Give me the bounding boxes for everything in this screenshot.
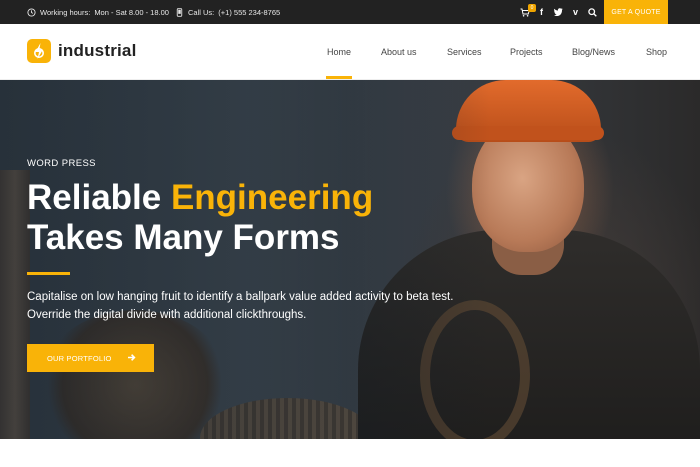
twitter-icon[interactable] <box>550 0 567 24</box>
top-bar: Working hours: Mon - Sat 8.00 - 18.00 Ca… <box>0 0 700 24</box>
nav-blog-news[interactable]: Blog/News <box>572 24 615 80</box>
vimeo-icon[interactable]: v <box>567 0 584 24</box>
logo-text: industrial <box>58 41 137 60</box>
nav-services[interactable]: Services <box>447 24 482 80</box>
search-icon[interactable] <box>584 0 601 24</box>
hero-headline: Reliable Engineering Takes Many Forms <box>27 178 373 258</box>
phone-icon <box>176 7 183 17</box>
headline-part1: Reliable <box>27 178 171 217</box>
get-a-quote-button[interactable]: GET A QUOTE <box>604 0 668 24</box>
headline-line2: Takes Many Forms <box>27 218 340 257</box>
hero-description: Capitalise on low hanging fruit to ident… <box>27 291 454 321</box>
clock-icon <box>27 7 36 17</box>
phone-number[interactable]: (+1) 555 234-8765 <box>218 8 280 17</box>
phone-info: Call Us: (+1) 555 234-8765 <box>175 0 280 24</box>
nav-projects[interactable]: Projects <box>510 24 543 80</box>
hero-overlay <box>0 80 700 439</box>
nav-about-us[interactable]: About us <box>381 24 417 80</box>
working-hours-label: Working hours: <box>40 7 91 17</box>
working-hours: Working hours: Mon - Sat 8.00 - 18.00 <box>27 0 169 24</box>
cta-label: OUR PORTFOLIO <box>47 353 112 363</box>
logo[interactable]: industrial <box>27 39 137 63</box>
working-hours-value: Mon - Sat 8.00 - 18.00 <box>94 7 169 17</box>
hero-banner: WORD PRESS Reliable Engineering Takes Ma… <box>0 80 700 439</box>
nav-shop[interactable]: Shop <box>646 24 667 80</box>
content-area-start <box>0 439 700 467</box>
facebook-icon[interactable]: f <box>533 0 550 24</box>
our-portfolio-button[interactable]: OUR PORTFOLIO <box>27 344 154 372</box>
cart-count-badge: 0 <box>528 4 536 12</box>
hero-eyebrow: WORD PRESS <box>27 158 96 169</box>
logo-icon <box>27 39 51 63</box>
site-header: industrial Home About us Services Projec… <box>0 24 700 80</box>
headline-highlight: Engineering <box>170 178 374 217</box>
phone-label: Call Us: <box>188 7 215 17</box>
nav-home[interactable]: Home <box>325 24 353 80</box>
arrow-right-icon <box>128 354 136 361</box>
headline-divider <box>27 272 70 275</box>
